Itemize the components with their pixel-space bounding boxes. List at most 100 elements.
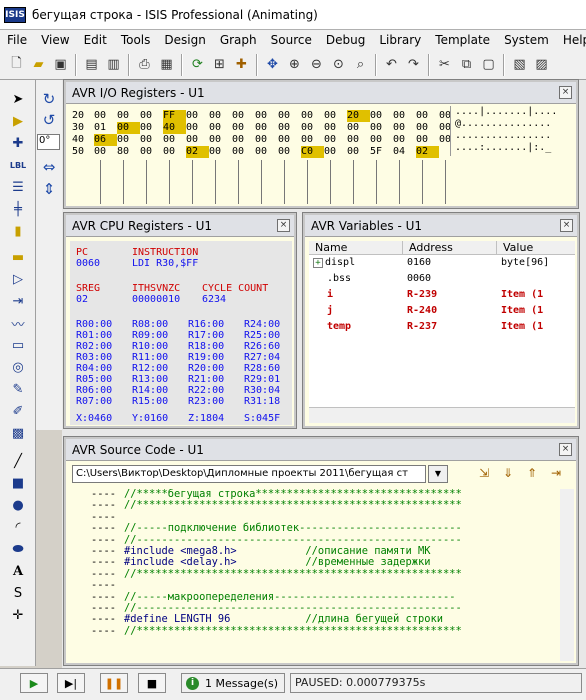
source-file-select[interactable]: C:\Users\Виктор\Desktop\Дипломные проект… xyxy=(72,465,426,483)
menu-library[interactable]: Library xyxy=(372,30,428,50)
print-icon[interactable]: ⎙ xyxy=(134,54,155,76)
source-line[interactable]: ----//**********************************… xyxy=(72,568,560,580)
menu-tools[interactable]: Tools xyxy=(114,30,158,50)
mirror-horizontal-icon[interactable]: ⇔ xyxy=(39,158,59,176)
menu-file[interactable]: File xyxy=(0,30,34,50)
component-icon[interactable]: ▶ xyxy=(8,112,28,130)
generator-icon[interactable]: ◎ xyxy=(8,358,28,376)
source-code-listing[interactable]: ----//*****бегущая строка***************… xyxy=(72,489,560,661)
instrument-icon[interactable]: ▩ xyxy=(8,424,28,442)
variable-row[interactable]: + displ 0160 byte[96] xyxy=(309,255,575,271)
step-into-icon[interactable]: ⇓ xyxy=(498,463,518,483)
io-registers-titlebar[interactable]: AVR I/O Registers - U1 × xyxy=(66,82,576,104)
run-to-cursor-icon[interactable]: ⇥ xyxy=(546,463,566,483)
pan-icon[interactable]: ✥ xyxy=(262,54,283,76)
source-line[interactable]: ---- //-----подключение библиотек--------… xyxy=(72,522,560,534)
variable-row[interactable]: i R-239 Item (1 xyxy=(309,287,575,303)
block-copy-icon[interactable]: ▧ xyxy=(509,54,530,76)
menu-graph[interactable]: Graph xyxy=(213,30,264,50)
copy-icon[interactable]: ⧉ xyxy=(456,54,477,76)
stop-button[interactable]: ■ xyxy=(138,673,166,693)
step-out-icon[interactable]: ⇑ xyxy=(522,463,542,483)
play-button[interactable]: ▶ xyxy=(20,673,48,693)
expand-icon[interactable]: + xyxy=(313,258,323,268)
arc-icon[interactable]: ◜ xyxy=(8,518,28,536)
grid-icon[interactable]: ⊞ xyxy=(209,54,230,76)
text-icon[interactable]: A xyxy=(8,562,28,580)
step-button[interactable]: ▶| xyxy=(57,673,85,693)
menu-design[interactable]: Design xyxy=(157,30,212,50)
box-icon[interactable]: ■ xyxy=(8,474,28,492)
source-line[interactable]: ----//**********************************… xyxy=(72,625,560,637)
zoom-in-icon[interactable]: ⊕ xyxy=(284,54,305,76)
label-icon[interactable]: LBL xyxy=(8,156,28,174)
variable-row[interactable]: .bss 0060 xyxy=(309,271,575,287)
source-vscrollbar[interactable] xyxy=(560,489,574,661)
column-name[interactable]: Name xyxy=(309,241,403,254)
column-value[interactable]: Value xyxy=(497,241,575,254)
path-icon[interactable]: ⬬ xyxy=(8,540,28,558)
menu-view[interactable]: View xyxy=(34,30,76,50)
close-icon[interactable]: × xyxy=(277,219,290,232)
undo-icon[interactable]: ↶ xyxy=(381,54,402,76)
block-move-icon[interactable]: ▨ xyxy=(531,54,552,76)
symbol-icon[interactable]: S xyxy=(8,584,28,602)
terminal-icon[interactable]: ▬ xyxy=(8,248,28,266)
step-over-icon[interactable]: ⇲ xyxy=(474,463,494,483)
line-icon[interactable]: ╱ xyxy=(8,452,28,470)
pin-icon[interactable]: ⇥ xyxy=(8,292,28,310)
close-icon[interactable]: × xyxy=(559,443,572,456)
export-icon[interactable]: ▥ xyxy=(103,54,124,76)
variable-row[interactable]: temp R-237 Item (1 xyxy=(309,319,575,335)
graph-icon[interactable]: 〰 xyxy=(8,314,28,333)
new-file-icon[interactable]: 🗋 xyxy=(6,54,27,76)
subcircuit-icon[interactable]: ▮ xyxy=(8,222,28,240)
select-arrow-icon[interactable]: ➤ xyxy=(8,90,28,108)
zoom-out-icon[interactable]: ⊖ xyxy=(306,54,327,76)
save-icon[interactable]: ▣ xyxy=(50,54,71,76)
cpu-registers-titlebar[interactable]: AVR CPU Registers - U1 × xyxy=(66,215,294,237)
rotate-cw-icon[interactable]: ↻ xyxy=(39,90,59,108)
current-probe-icon[interactable]: ✐ xyxy=(8,402,28,420)
refresh-icon[interactable]: ⟳ xyxy=(187,54,208,76)
menu-system[interactable]: System xyxy=(497,30,556,50)
source-line[interactable]: ---- #define LENGTH 96 //длина бегущей ст… xyxy=(72,613,560,625)
menu-source[interactable]: Source xyxy=(264,30,319,50)
menu-template[interactable]: Template xyxy=(428,30,497,50)
column-address[interactable]: Address xyxy=(403,241,497,254)
close-icon[interactable]: × xyxy=(560,219,573,232)
bus-icon[interactable]: ╪ xyxy=(8,200,28,218)
origin-icon[interactable]: ✚ xyxy=(231,54,252,76)
menu-debug[interactable]: Debug xyxy=(319,30,372,50)
variables-hscrollbar[interactable] xyxy=(309,407,575,423)
source-line[interactable]: ----//**********************************… xyxy=(72,499,560,511)
variables-titlebar[interactable]: AVR Variables - U1 × xyxy=(305,215,577,237)
import-icon[interactable]: ▤ xyxy=(81,54,102,76)
open-folder-icon[interactable]: ▰ xyxy=(28,54,49,76)
paste-icon[interactable]: ▢ xyxy=(478,54,499,76)
tape-icon[interactable]: ▭ xyxy=(8,336,28,354)
zoom-area-icon[interactable]: ⌕ xyxy=(350,54,371,76)
source-code-titlebar[interactable]: AVR Source Code - U1 × xyxy=(66,439,576,461)
rotate-ccw-icon[interactable]: ↺ xyxy=(39,111,59,129)
rotation-angle-input[interactable]: 0° xyxy=(37,134,60,150)
cut-icon[interactable]: ✂ xyxy=(434,54,455,76)
voltage-probe-icon[interactable]: ✎ xyxy=(8,380,28,398)
text-script-icon[interactable]: ☰ xyxy=(8,178,28,196)
print-area-icon[interactable]: ▦ xyxy=(156,54,177,76)
pause-button[interactable]: ❚❚ xyxy=(100,673,128,693)
variable-row[interactable]: j R-240 Item (1 xyxy=(309,303,575,319)
source-line[interactable]: ---- xyxy=(72,579,560,591)
menu-help[interactable]: Help xyxy=(556,30,586,50)
close-icon[interactable]: × xyxy=(559,86,572,99)
menu-edit[interactable]: Edit xyxy=(77,30,114,50)
zoom-all-icon[interactable]: ⊙ xyxy=(328,54,349,76)
redo-icon[interactable]: ↷ xyxy=(403,54,424,76)
junction-icon[interactable]: ✚ xyxy=(8,134,28,152)
circle-icon[interactable]: ● xyxy=(8,496,28,514)
messages-indicator[interactable]: i 1 Message(s) xyxy=(181,673,285,693)
chevron-down-icon[interactable]: ▼ xyxy=(428,465,448,483)
port-icon[interactable]: ▷ xyxy=(8,270,28,288)
mirror-vertical-icon[interactable]: ⇕ xyxy=(39,180,59,198)
marker-icon[interactable]: ✛ xyxy=(8,606,28,624)
